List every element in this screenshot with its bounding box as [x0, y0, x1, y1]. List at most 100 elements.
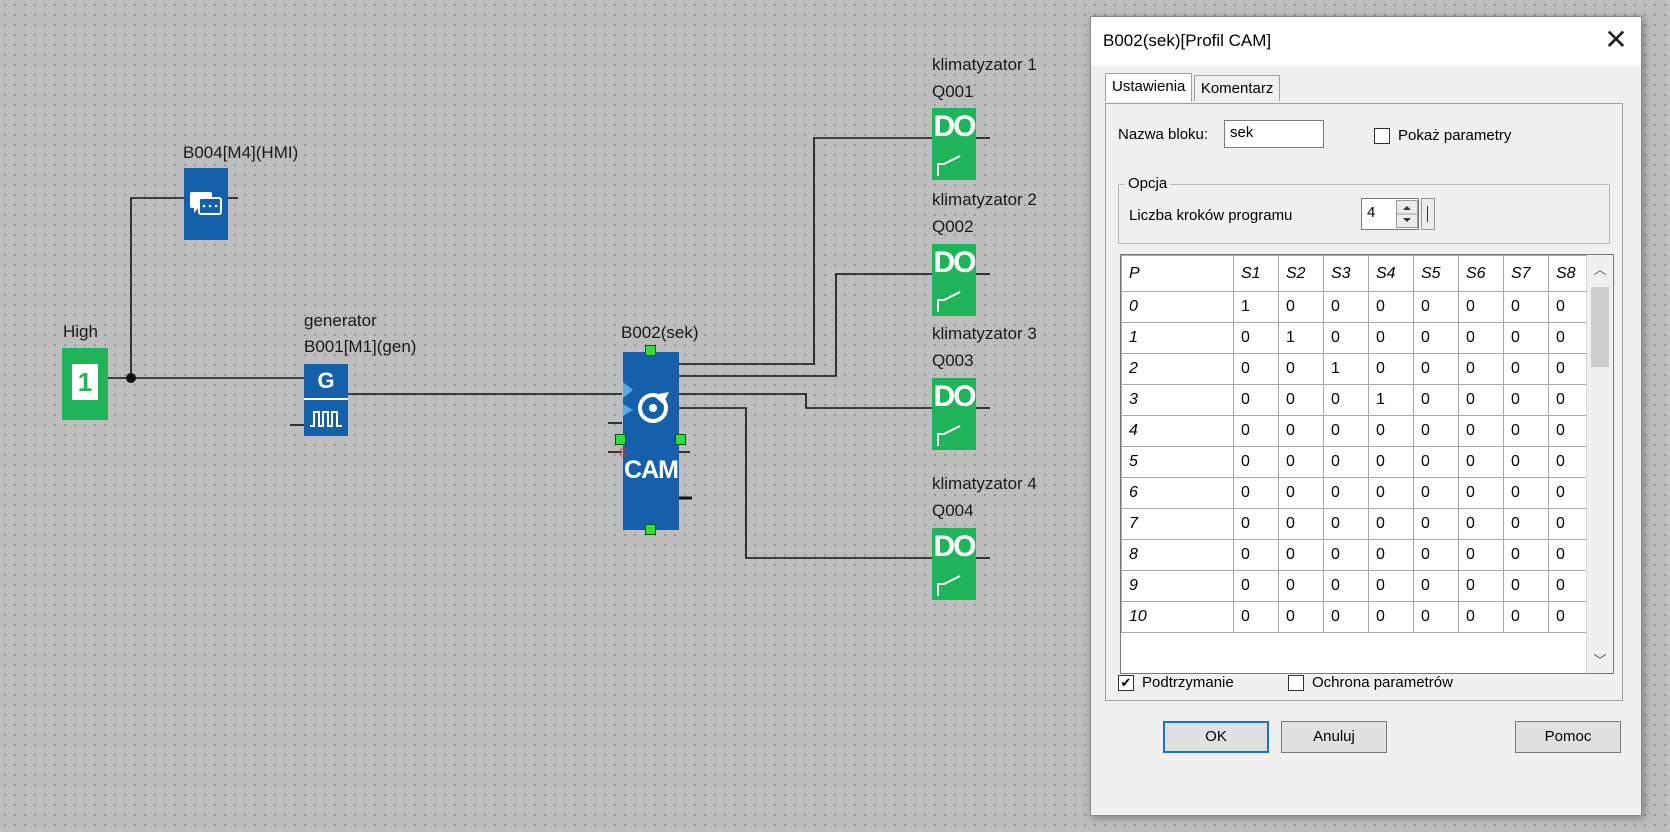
- step-cell[interactable]: 0: [1323, 539, 1369, 571]
- close-icon[interactable]: ✕: [1591, 17, 1641, 65]
- step-cell[interactable]: 0: [1458, 601, 1504, 633]
- tab-settings[interactable]: Ustawienia: [1105, 73, 1193, 102]
- step-cell[interactable]: 1: [1323, 353, 1369, 385]
- cam-profile-table[interactable]: P S1 S2 S3 S4 S5 S6 S7 S8 0 1 0 0 0 0 0 0 0 1 0 1 0 0 0 0 0 0 2 0 0 1 0…: [1120, 254, 1614, 674]
- step-cell[interactable]: 0: [1233, 446, 1279, 478]
- step-cell[interactable]: 0: [1323, 415, 1369, 447]
- show-params-checkbox[interactable]: [1374, 128, 1390, 144]
- step-cell[interactable]: 0: [1413, 322, 1459, 354]
- step-cell[interactable]: 0: [1323, 570, 1369, 602]
- step-cell[interactable]: 0: [1368, 291, 1414, 323]
- step-cell[interactable]: 0: [1413, 508, 1459, 540]
- step-cell[interactable]: 0: [1458, 353, 1504, 385]
- step-cell[interactable]: 0: [1413, 570, 1459, 602]
- step-cell[interactable]: 1: [1368, 384, 1414, 416]
- step-cell[interactable]: 0: [1233, 415, 1279, 447]
- step-cell[interactable]: 0: [1278, 570, 1324, 602]
- cam-block[interactable]: CAM: [623, 352, 679, 530]
- step-cell[interactable]: 0: [1323, 384, 1369, 416]
- step-cell[interactable]: 0: [1233, 570, 1279, 602]
- digital-output-block-q004[interactable]: DO: [932, 528, 977, 600]
- step-cell[interactable]: 0: [1323, 477, 1369, 509]
- resize-handle-left[interactable]: [615, 434, 626, 445]
- ok-button[interactable]: OK: [1163, 721, 1269, 753]
- generator-block[interactable]: G: [304, 364, 348, 436]
- digital-output-block-q002[interactable]: DO: [932, 244, 977, 316]
- step-cell[interactable]: 0: [1458, 322, 1504, 354]
- resize-handle-top[interactable]: [645, 345, 656, 356]
- step-cell[interactable]: 1: [1233, 291, 1279, 323]
- step-cell[interactable]: 0: [1323, 508, 1369, 540]
- step-cell[interactable]: 0: [1233, 353, 1279, 385]
- scroll-up-icon[interactable]: ︿: [1587, 259, 1613, 278]
- step-cell[interactable]: 0: [1458, 477, 1504, 509]
- digital-output-block-q003[interactable]: DO: [932, 378, 977, 450]
- step-cell[interactable]: 0: [1503, 539, 1549, 571]
- step-cell[interactable]: 0: [1458, 446, 1504, 478]
- step-cell[interactable]: 0: [1323, 322, 1369, 354]
- step-cell[interactable]: 0: [1368, 601, 1414, 633]
- step-cell[interactable]: 0: [1458, 415, 1504, 447]
- step-cell[interactable]: 0: [1458, 508, 1504, 540]
- steps-extra-button[interactable]: [1421, 198, 1435, 230]
- digital-output-block-q001[interactable]: DO: [932, 108, 977, 180]
- step-cell[interactable]: 0: [1458, 570, 1504, 602]
- step-cell[interactable]: 0: [1233, 508, 1279, 540]
- dialog-titlebar[interactable]: B002(sek)[Profil CAM] ✕: [1091, 17, 1641, 65]
- step-cell[interactable]: 0: [1368, 539, 1414, 571]
- step-cell[interactable]: 0: [1503, 601, 1549, 633]
- step-cell[interactable]: 0: [1503, 570, 1549, 602]
- step-cell[interactable]: 0: [1278, 477, 1324, 509]
- step-cell[interactable]: 0: [1503, 384, 1549, 416]
- step-cell[interactable]: 0: [1278, 446, 1324, 478]
- step-cell[interactable]: 0: [1413, 353, 1459, 385]
- step-cell[interactable]: 0: [1413, 446, 1459, 478]
- step-cell[interactable]: 0: [1233, 539, 1279, 571]
- step-cell[interactable]: 0: [1368, 570, 1414, 602]
- step-cell[interactable]: 0: [1278, 291, 1324, 323]
- steps-spinner[interactable]: 4: [1361, 198, 1419, 230]
- step-cell[interactable]: 0: [1413, 539, 1459, 571]
- step-cell[interactable]: 0: [1233, 477, 1279, 509]
- step-cell[interactable]: 0: [1278, 601, 1324, 633]
- step-cell[interactable]: 0: [1233, 384, 1279, 416]
- step-cell[interactable]: 0: [1368, 415, 1414, 447]
- step-cell[interactable]: 0: [1413, 415, 1459, 447]
- hmi-block[interactable]: [184, 168, 228, 240]
- scroll-down-icon[interactable]: ﹀: [1587, 650, 1613, 669]
- step-cell[interactable]: 0: [1503, 291, 1549, 323]
- step-cell[interactable]: 0: [1368, 322, 1414, 354]
- step-cell[interactable]: 0: [1323, 291, 1369, 323]
- step-cell[interactable]: 0: [1458, 291, 1504, 323]
- step-cell[interactable]: 0: [1503, 415, 1549, 447]
- step-cell[interactable]: 0: [1503, 322, 1549, 354]
- table-scrollbar[interactable]: ︿ ﹀: [1586, 255, 1613, 673]
- cancel-button[interactable]: Anuluj: [1281, 721, 1387, 753]
- scroll-thumb[interactable]: [1591, 287, 1609, 367]
- step-cell[interactable]: 0: [1368, 508, 1414, 540]
- retention-checkbox[interactable]: ✔: [1118, 675, 1134, 691]
- step-cell[interactable]: 0: [1413, 291, 1459, 323]
- step-cell[interactable]: 1: [1278, 322, 1324, 354]
- steps-spin-buttons[interactable]: [1396, 200, 1418, 228]
- step-cell[interactable]: 0: [1278, 539, 1324, 571]
- step-cell[interactable]: 0: [1503, 353, 1549, 385]
- high-constant-block[interactable]: 1: [62, 348, 108, 420]
- resize-handle-bottom[interactable]: [645, 524, 656, 535]
- step-cell[interactable]: 0: [1503, 477, 1549, 509]
- protection-checkbox[interactable]: [1288, 675, 1304, 691]
- step-cell[interactable]: 0: [1233, 322, 1279, 354]
- step-cell[interactable]: 0: [1278, 415, 1324, 447]
- step-cell[interactable]: 0: [1413, 384, 1459, 416]
- step-cell[interactable]: 0: [1278, 353, 1324, 385]
- step-cell[interactable]: 0: [1503, 446, 1549, 478]
- step-cell[interactable]: 0: [1458, 539, 1504, 571]
- step-cell[interactable]: 0: [1413, 601, 1459, 633]
- block-name-input[interactable]: sek: [1224, 120, 1324, 148]
- step-cell[interactable]: 0: [1368, 446, 1414, 478]
- tab-comment[interactable]: Komentarz: [1193, 75, 1281, 101]
- step-cell[interactable]: 0: [1233, 601, 1279, 633]
- step-cell[interactable]: 0: [1278, 384, 1324, 416]
- step-cell[interactable]: 0: [1458, 384, 1504, 416]
- help-button[interactable]: Pomoc: [1515, 721, 1621, 753]
